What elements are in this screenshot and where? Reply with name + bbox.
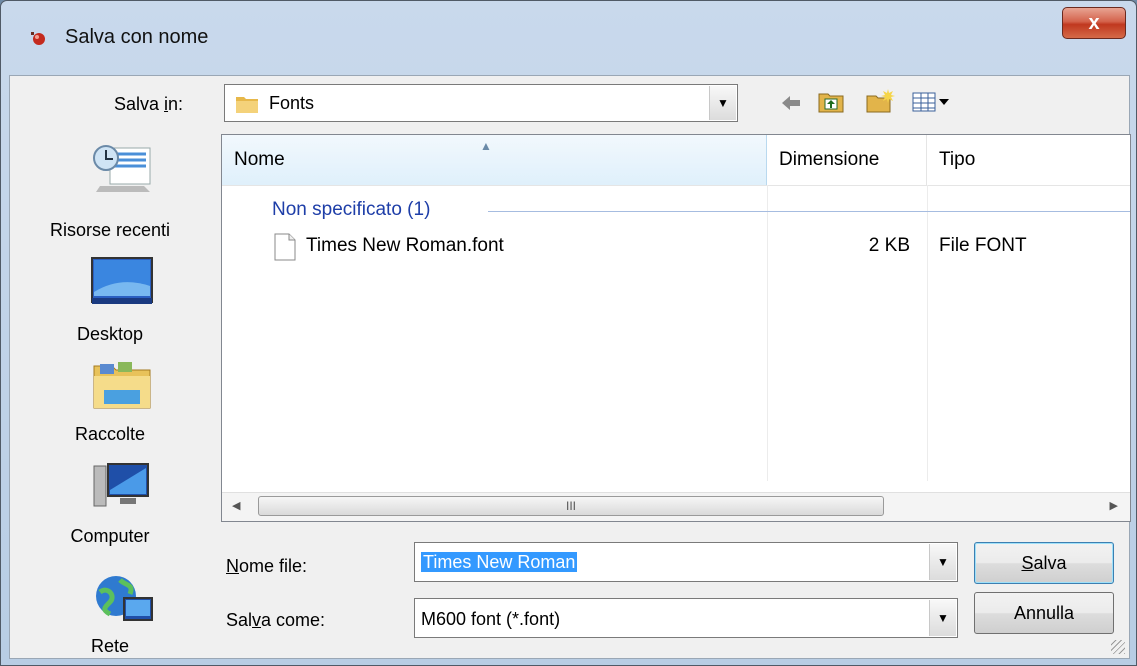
save-button-label-accel: S: [1021, 553, 1034, 573]
title-bar[interactable]: Salva con nome x: [1, 1, 1136, 75]
folder-icon: [236, 97, 258, 113]
group-header[interactable]: Non specificato (1): [272, 199, 430, 221]
save-button-label: alva: [1033, 553, 1067, 573]
sort-ascending-icon: ▲: [480, 139, 492, 153]
window-title: Salva con nome: [65, 26, 209, 48]
place-label: Rete: [90, 636, 130, 656]
save-in-label: Salva in:: [114, 94, 184, 114]
column-header-size[interactable]: Dimensione: [767, 135, 927, 185]
filename-input[interactable]: Times New Roman ▼: [414, 542, 958, 582]
close-icon: x: [1088, 12, 1100, 34]
recent-places-icon: [93, 145, 151, 192]
save-in-value: Fonts: [269, 93, 315, 113]
column-header-type[interactable]: Tipo: [927, 135, 1130, 185]
filename-label: Nome file:: [226, 556, 308, 576]
scroll-left-icon[interactable]: ◀: [232, 499, 240, 512]
network-icon: [96, 576, 153, 621]
scrollbar-thumb[interactable]: III: [258, 496, 884, 516]
list-header: Nome ▲ Dimensione Tipo: [222, 135, 1130, 186]
column-label: Nome: [234, 149, 285, 170]
save-button[interactable]: Salva: [974, 542, 1114, 584]
filetype-label: Salva come:: [226, 610, 326, 630]
file-name: Times New Roman.font: [306, 235, 504, 256]
computer-icon: [93, 463, 149, 507]
place-label: Risorse recenti: [49, 220, 171, 240]
close-button[interactable]: x: [1062, 7, 1126, 39]
filetype-dropdown-button[interactable]: ▼: [929, 600, 956, 636]
back-arrow-icon[interactable]: [780, 94, 802, 112]
up-folder-icon[interactable]: [818, 90, 844, 114]
column-header-name[interactable]: Nome ▲: [222, 135, 767, 185]
save-in-combo[interactable]: Fonts ▼: [224, 84, 738, 122]
horizontal-scrollbar[interactable]: ◀ III ▶: [222, 492, 1130, 521]
filename-value: Times New Roman: [421, 552, 578, 572]
libraries-icon: [93, 362, 151, 409]
desktop-icon: [91, 257, 153, 304]
column-label: Dimensione: [779, 149, 880, 170]
cancel-button-label: Annulla: [1013, 603, 1075, 623]
chevron-down-icon: ▼: [937, 555, 949, 569]
file-size: 2 KB: [868, 235, 910, 256]
file-icon: [274, 233, 296, 261]
chevron-down-icon: ▼: [717, 96, 729, 110]
app-icon: [31, 32, 45, 45]
place-label: Desktop: [76, 324, 144, 344]
file-list[interactable]: Nome ▲ Dimensione Tipo Non specificato (…: [221, 134, 1131, 522]
save-in-dropdown-button[interactable]: ▼: [709, 86, 736, 120]
column-label: Tipo: [939, 149, 976, 170]
place-label: Computer: [70, 526, 150, 546]
grip-icon: III: [565, 499, 576, 513]
filetype-value: M600 font (*.font): [421, 609, 561, 629]
save-dialog-window: Salva con nome x Salva in: Fonts ▼ Risor…: [0, 0, 1137, 666]
view-menu-icon[interactable]: [912, 92, 952, 112]
chevron-down-icon: ▼: [937, 611, 949, 625]
places-bar: Risorse recenti Desktop Raccolte Compute…: [10, 134, 210, 660]
file-type: File FONT: [939, 235, 1027, 256]
resize-grip-icon[interactable]: [1111, 640, 1125, 654]
scroll-right-icon[interactable]: ▶: [1110, 499, 1118, 512]
cancel-button[interactable]: Annulla: [974, 592, 1114, 634]
group-divider: [488, 211, 1130, 212]
new-folder-icon[interactable]: [866, 88, 896, 114]
filetype-select[interactable]: M600 font (*.font) ▼: [414, 598, 958, 638]
table-row[interactable]: Times New Roman.font 2 KB File FONT: [222, 229, 1130, 265]
filename-dropdown-button[interactable]: ▼: [929, 544, 956, 580]
dialog-body: Salva in: Fonts ▼ Risorse recenti Deskto…: [9, 75, 1131, 660]
place-label: Raccolte: [74, 424, 146, 444]
